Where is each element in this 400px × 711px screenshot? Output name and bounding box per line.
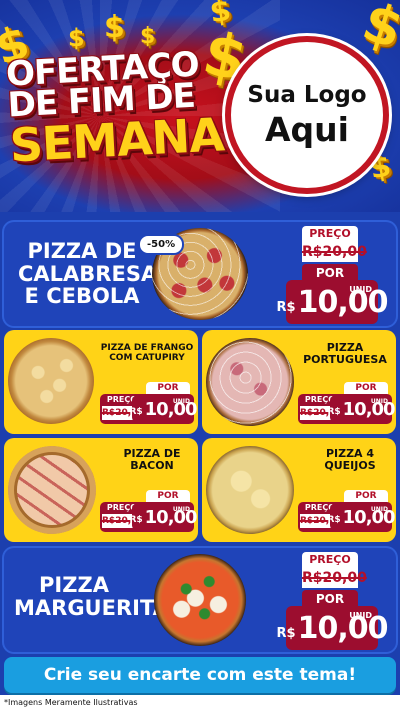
pizza-image xyxy=(206,338,294,426)
flyer: $ $ $ $ $ $ $ $ OFERTAÇO DE FIM DE SEMAN… xyxy=(0,0,400,711)
product-name: PIZZA DE BACON xyxy=(123,447,181,472)
product-name: PIZZA PORTUGUESA xyxy=(303,341,387,366)
new-price: R$ 10,00 UNID xyxy=(327,503,396,531)
logo-placeholder[interactable]: Sua Logo Aqui xyxy=(225,36,389,194)
product-card-portuguesa[interactable]: PIZZA PORTUGUESA POR PREÇO R$20,00 R$ 10… xyxy=(202,330,396,434)
product-card-bacon[interactable]: PIZZA DE BACON POR PREÇO R$20,00 R$ 10,0… xyxy=(4,438,198,542)
unit-label: UNID xyxy=(349,611,372,620)
product-name: PIZZA MARGUERITA xyxy=(14,573,169,620)
old-price: R$20,00 xyxy=(302,568,367,588)
cta-button[interactable]: Crie seu encarte com este tema! xyxy=(4,657,396,693)
dollar-sign-icon: $ xyxy=(68,24,85,52)
product-card-marguerita[interactable]: PIZZA MARGUERITA PREÇO R$20,00 POR R$ 10… xyxy=(4,548,396,652)
pizza-image xyxy=(8,338,94,424)
price-label: PREÇO xyxy=(302,552,358,568)
discount-badge: -50% xyxy=(138,234,185,255)
dollar-sign-icon: $ xyxy=(355,0,400,62)
product-card-quatro-queijos[interactable]: PIZZA 4 QUEIJOS POR PREÇO R$20,00 R$ 10,… xyxy=(202,438,396,542)
unit-label: UNID xyxy=(172,506,190,513)
currency-symbol: R$ xyxy=(129,407,143,417)
logo-text-line-1: Sua Logo xyxy=(247,81,367,108)
pizza-image xyxy=(154,554,246,646)
new-price: R$ 10,00 UNID xyxy=(277,606,388,650)
product-name: PIZZA DE FRANGO COM CATUPIRY xyxy=(100,343,194,363)
new-price: R$ 10,00 UNID xyxy=(277,280,388,324)
unit-label: UNID xyxy=(370,506,388,513)
price-value: 10,00 xyxy=(297,610,389,646)
unit-label: UNID xyxy=(172,398,190,405)
unit-label: UNID xyxy=(349,285,372,294)
header-banner: $ $ $ $ $ $ $ $ OFERTAÇO DE FIM DE SEMAN… xyxy=(0,0,400,212)
product-name: PIZZA DE CALABRESA E CEBOLA xyxy=(18,239,158,309)
old-price: R$20,00 xyxy=(302,242,367,262)
new-price: R$ 10,00 UNID xyxy=(129,503,198,531)
dollar-sign-icon: $ xyxy=(140,24,156,49)
price-value: 10,00 xyxy=(297,284,389,320)
product-card-calabresa[interactable]: PIZZA DE CALABRESA E CEBOLA -50% PREÇO R… xyxy=(4,222,396,326)
new-price: R$ 10,00 UNID xyxy=(327,395,396,423)
currency-symbol: R$ xyxy=(276,299,296,315)
product-card-frango[interactable]: PIZZA DE FRANGO COM CATUPIRY POR PREÇO R… xyxy=(4,330,198,434)
footer-disclaimer: *Imagens Meramente Ilustrativas xyxy=(0,695,400,711)
currency-symbol: R$ xyxy=(276,625,296,641)
logo-text-line-2: Aqui xyxy=(265,109,349,149)
pizza-image xyxy=(206,446,294,534)
pizza-image xyxy=(8,446,96,534)
currency-symbol: R$ xyxy=(129,515,143,525)
dollar-sign-icon: $ xyxy=(207,0,234,31)
dollar-sign-icon: $ xyxy=(104,10,125,45)
currency-symbol: R$ xyxy=(327,515,341,525)
headline: OFERTAÇO DE FIM DE SEMANA xyxy=(5,45,225,172)
new-price: R$ 10,00 UNID xyxy=(129,395,198,423)
price-label: PREÇO xyxy=(302,226,358,242)
headline-line-3: SEMANA xyxy=(8,106,225,172)
unit-label: UNID xyxy=(370,398,388,405)
product-name: PIZZA 4 QUEIJOS xyxy=(324,447,376,472)
currency-symbol: R$ xyxy=(327,407,341,417)
